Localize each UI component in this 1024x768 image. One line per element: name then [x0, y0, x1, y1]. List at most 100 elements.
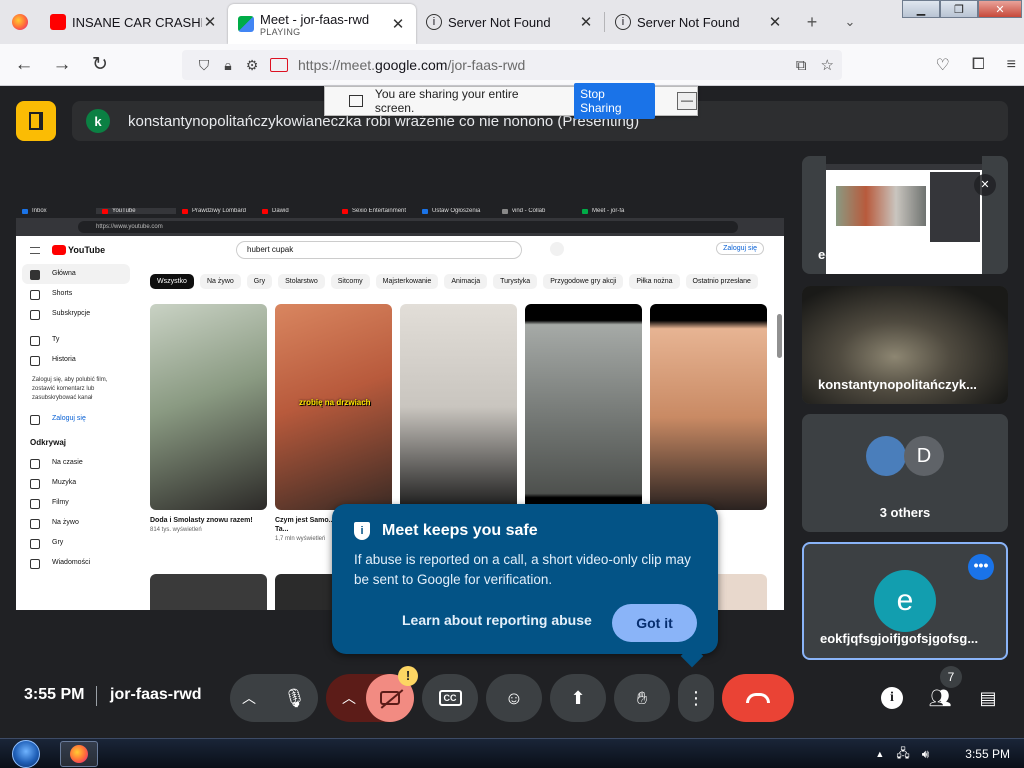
participant-avatar: e — [874, 570, 936, 632]
minimize-window-icon[interactable]: ▁ — [902, 0, 940, 18]
exit-door-icon — [29, 112, 43, 130]
close-tab-icon[interactable]: ✕ — [390, 15, 406, 33]
meeting-info-button[interactable]: i — [880, 686, 904, 710]
yt-chip: Wszystko — [150, 274, 194, 289]
shield-icon: i — [354, 522, 370, 540]
taskbar-clock[interactable]: 3:55 PM — [965, 747, 1010, 761]
tab-server-not-found-1[interactable]: i Server Not Found ✕ — [416, 0, 604, 44]
hamburger-menu-icon[interactable]: ≡ — [1007, 56, 1016, 74]
shared-nav-bar: https://www.youtube.com — [16, 218, 784, 236]
meet-activities-button[interactable] — [16, 101, 56, 141]
yt-side-item: Filmy — [16, 493, 136, 513]
warning-icon: ! — [398, 666, 418, 686]
address-bar[interactable]: ⛉ 🔒︎ ⚙ https://meet.google.com/jor-faas-… — [182, 50, 842, 80]
youtube-search: hubert cupak — [236, 241, 522, 259]
shared-tab: Ustaw Ogłoszenia — [416, 208, 496, 214]
yt-side-item: Na czasie — [16, 453, 136, 473]
yt-explore-heading: Odkrywaj — [30, 438, 67, 447]
captions-button[interactable]: CC — [422, 674, 478, 722]
participant-tile-screen[interactable]: ✕ eokfjqfsgjoifjgofsjgofsg... — [802, 156, 1008, 274]
participant-tile-self[interactable]: ••• e eokfjqfsgjoifjgofsjgofsg... — [802, 542, 1008, 660]
youtube-header: YouTube hubert cupak Zaloguj się — [16, 236, 784, 264]
back-arrow-icon[interactable]: ← — [6, 49, 42, 81]
more-options-icon[interactable]: ••• — [968, 554, 994, 580]
screen-sharing-banner: You are sharing your entire screen. Stop… — [324, 83, 698, 119]
tab-meet[interactable]: Meet - jor-faas-rwd PLAYING ✕ — [228, 4, 416, 44]
people-icon: 👥︎ — [928, 687, 952, 708]
restore-window-icon[interactable]: ❐ — [940, 0, 978, 18]
yt-chip: Sitcomy — [330, 274, 370, 289]
popup-body: If abuse is reported on a call, a short … — [354, 552, 691, 587]
yt-video-title: Doda i Smolasty znowu razem! — [150, 517, 253, 524]
new-tab-icon[interactable]: + — [793, 0, 831, 44]
forward-arrow-icon[interactable]: → — [44, 49, 80, 81]
youtube-sidebar: Główna Shorts Subskrypcje Ty Historia Za… — [16, 264, 136, 573]
taskbar-firefox[interactable] — [60, 741, 98, 767]
start-button[interactable] — [6, 739, 46, 768]
youtube-login: Zaloguj się — [716, 242, 764, 255]
close-tab-icon[interactable]: ✕ — [202, 13, 218, 31]
yt-thumbnail — [650, 304, 767, 510]
end-call-icon — [746, 693, 770, 703]
raise-hand-button[interactable]: ✋︎ — [614, 674, 670, 722]
leave-call-button[interactable] — [722, 674, 794, 722]
mic-options-chevron-icon[interactable]: ︿ — [242, 688, 256, 708]
learn-more-link[interactable]: Learn about reporting abuse — [402, 612, 592, 628]
more-options-button[interactable]: ⋮ — [678, 674, 714, 722]
microphone-icon[interactable]: 🎙︎ — [283, 688, 306, 709]
chat-button[interactable]: ▤ — [976, 686, 1000, 710]
microphone-control: ︿ 🎙︎ — [230, 674, 318, 722]
tab-youtube-crashes[interactable]: INSANE CAR CRASHES ✕ — [40, 0, 228, 44]
pocket-icon[interactable]: ♡ — [936, 55, 950, 75]
yt-side-note: Zaloguj się, aby polubić film, zostawić … — [32, 377, 108, 401]
tray-expand-icon[interactable]: ▲ — [875, 749, 884, 759]
screen-share-indicator-icon[interactable] — [270, 58, 288, 72]
yt-chip: Na żywo — [199, 274, 241, 289]
participant-name: eokfjqfsgjoifjgofsjgofsg... — [818, 247, 977, 262]
people-button[interactable]: 👥︎ — [928, 686, 952, 710]
yt-video: Doda i Smolasty znowu razem! 814 tys. wy… — [150, 304, 267, 542]
firefox-menu-icon[interactable] — [0, 0, 40, 44]
present-screen-icon: ⬆ — [570, 687, 586, 708]
hide-banner-button[interactable]: — — [677, 92, 697, 110]
info-circle-icon: i — [615, 14, 631, 30]
participant-tile-others[interactable]: D 3 others — [802, 414, 1008, 532]
reactions-button[interactable]: ☺ — [486, 674, 542, 722]
yt-side-login: Zaloguj się — [16, 409, 136, 429]
close-tab-icon[interactable]: ✕ — [767, 13, 783, 31]
yt-thumbnail — [525, 304, 642, 510]
got-it-button[interactable]: Got it — [612, 604, 697, 642]
permissions-icon[interactable]: ⚙ — [240, 57, 264, 74]
tab-list-chevron-icon[interactable]: ⌄ — [831, 0, 869, 44]
info-circle-icon: i — [426, 14, 442, 30]
hand-icon: ✋︎ — [636, 687, 648, 708]
yt-side-item: Ty — [16, 330, 136, 350]
shared-tab: Meet - jor-fa — [576, 208, 656, 214]
yt-side-item: Muzyka — [16, 473, 136, 493]
info-icon: i — [881, 687, 903, 709]
close-tab-icon[interactable]: ✕ — [578, 13, 594, 31]
camera-options-chevron-icon[interactable]: ︿ — [342, 688, 356, 708]
others-label: 3 others — [879, 505, 931, 520]
camera-off-button[interactable]: ! — [366, 666, 418, 722]
network-icon[interactable]: 🖧︎ — [896, 744, 909, 765]
bookmark-star-icon[interactable]: ☆ — [821, 56, 834, 74]
extensions-icon[interactable]: ⧠ — [972, 56, 985, 74]
tracking-shield-icon[interactable]: ⛉ — [192, 57, 216, 74]
participant-tile-camera[interactable]: konstantynopolitańczyk... — [802, 286, 1008, 404]
volume-icon[interactable]: 🔊︎ — [922, 747, 930, 762]
tab-title: Meet - jor-faas-rwd — [260, 11, 370, 27]
reload-icon[interactable]: ↻ — [82, 49, 118, 81]
tab-title: Server Not Found — [637, 14, 740, 30]
tab-server-not-found-2[interactable]: i Server Not Found ✕ — [605, 0, 793, 44]
tab-playing-label: PLAYING — [260, 26, 301, 37]
picture-in-picture-icon[interactable]: ⧉ — [796, 57, 807, 74]
present-button[interactable]: ⬆ — [550, 674, 606, 722]
youtube-chips: Wszystko Na żywo Gry Stolarstwo Sitcomy … — [150, 274, 758, 289]
others-avatars: D — [802, 436, 1008, 476]
captions-icon: CC — [438, 690, 462, 706]
stop-sharing-button[interactable]: Stop Sharing — [574, 83, 656, 119]
close-window-icon[interactable]: ✕ — [978, 0, 1022, 18]
lock-icon[interactable]: 🔒︎ — [216, 57, 240, 74]
yt-side-item: Shorts — [16, 284, 136, 304]
